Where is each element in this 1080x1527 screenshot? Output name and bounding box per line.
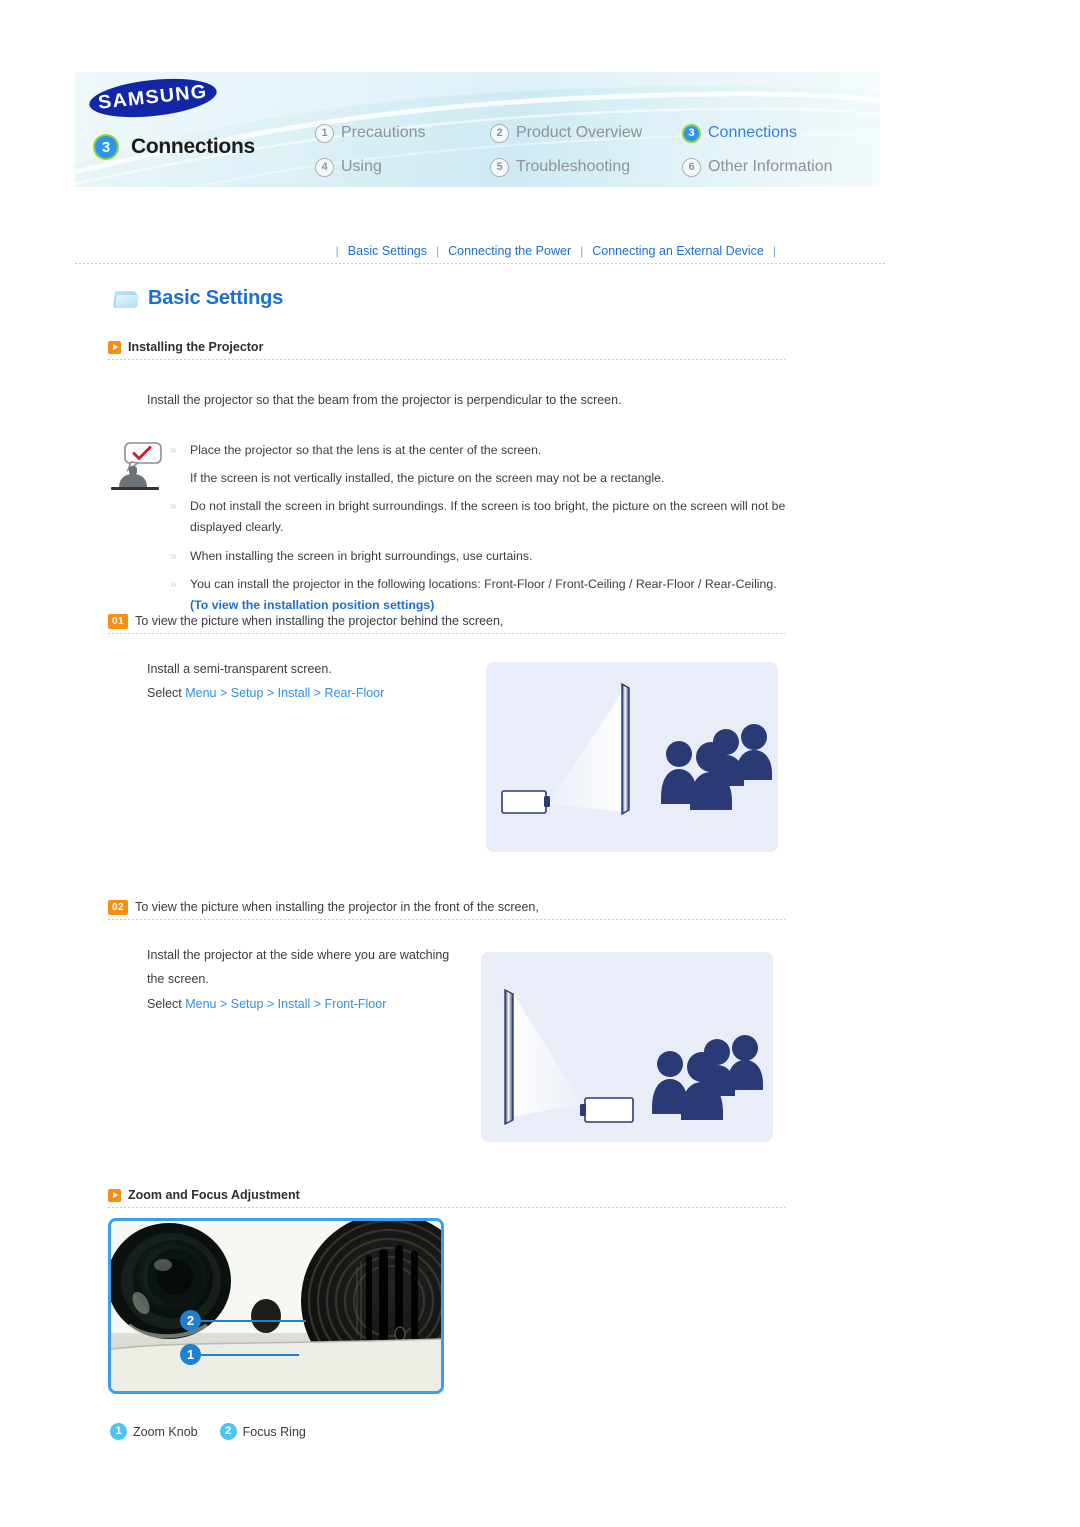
note-bullet-icon: » bbox=[170, 576, 177, 591]
nav-item-product-overview[interactable]: 2 Product Overview bbox=[490, 123, 682, 143]
note-bullet-spacer: » bbox=[170, 468, 183, 489]
chapter-label: Connections bbox=[131, 135, 255, 158]
folder-icon bbox=[113, 288, 139, 310]
section-divider-zoom-focus bbox=[108, 1207, 785, 1208]
nav-number-6: 6 bbox=[682, 157, 701, 177]
rear-projection-diagram bbox=[486, 662, 778, 852]
nav-label-6: Other Information bbox=[708, 158, 833, 175]
step-badge-01: 01 bbox=[108, 614, 129, 629]
nav-label-3: Connections bbox=[708, 124, 797, 141]
chevron-right-icon bbox=[108, 340, 121, 354]
note-item: » You can install the projector in the f… bbox=[170, 574, 817, 616]
step-01-menu-path[interactable]: Menu > Setup > Install > Rear-Floor bbox=[185, 686, 384, 700]
nav-label-1: Precautions bbox=[341, 124, 426, 141]
nav-label-5: Troubleshooting bbox=[516, 158, 631, 175]
note-text: Place the projector so that the lens is … bbox=[190, 443, 542, 457]
subnav-separator-3: | bbox=[772, 244, 776, 258]
nav-item-precautions[interactable]: 1 Precautions bbox=[315, 123, 490, 143]
note-item: » Do not install the screen in bright su… bbox=[170, 496, 817, 538]
nav-item-using[interactable]: 4 Using bbox=[315, 157, 490, 177]
note-block: » Place the projector so that the lens i… bbox=[107, 440, 817, 623]
front-projection-svg bbox=[504, 988, 763, 1126]
nav-number-3: 3 bbox=[682, 123, 701, 143]
nav-item-other-information[interactable]: 6 Other Information bbox=[682, 157, 872, 177]
step-heading-02: 02 To view the picture when installing t… bbox=[108, 900, 539, 915]
note-bullet-icon: » bbox=[170, 443, 177, 457]
callout-leader-line-2 bbox=[201, 1320, 306, 1322]
step-02-line2: the screen. bbox=[147, 972, 209, 987]
legend-dot-2: 2 bbox=[219, 1423, 237, 1440]
note-item: » Place the projector so that the lens i… bbox=[170, 440, 817, 461]
nav-number-1: 1 bbox=[315, 123, 334, 143]
note-item: » If the screen is not vertically instal… bbox=[170, 468, 817, 489]
front-projection-diagram bbox=[481, 952, 773, 1142]
photo-legend: 1 Zoom Knob 2 Focus Ring bbox=[110, 1423, 328, 1440]
step-heading-text-02: To view the picture when installing the … bbox=[135, 900, 539, 915]
note-items: » Place the projector so that the lens i… bbox=[170, 440, 817, 616]
note-text: Do not install the screen in bright surr… bbox=[190, 499, 786, 535]
note-bullet-icon: » bbox=[170, 499, 177, 514]
projector-photo: 2 1 bbox=[108, 1218, 444, 1394]
subnav-link-connecting-external-device[interactable]: Connecting an External Device bbox=[592, 244, 764, 258]
step-02-menu-path[interactable]: Menu > Setup > Install > Front-Floor bbox=[185, 997, 386, 1011]
section-divider-step-01 bbox=[108, 633, 785, 634]
section-heading-text: Installing the Projector bbox=[128, 340, 264, 354]
subnav-separator-2: | bbox=[580, 244, 584, 258]
section-heading-zoom-and-focus: Zoom and Focus Adjustment bbox=[108, 1188, 300, 1202]
legend-dot-1: 1 bbox=[110, 1423, 127, 1440]
step-02-line1: Install the projector at the side where … bbox=[147, 948, 450, 962]
legend-label-focus-ring: Focus Ring bbox=[242, 1424, 306, 1439]
callout-dot-2: 2 bbox=[180, 1310, 201, 1331]
nav-number-2: 2 bbox=[490, 123, 509, 143]
nav-label-4: Using bbox=[341, 158, 382, 175]
page-title-row: Basic Settings bbox=[113, 287, 283, 310]
page-title: Basic Settings bbox=[148, 287, 284, 309]
subnav-separator-0: | bbox=[335, 244, 339, 258]
nav-item-connections[interactable]: 3 Connections bbox=[682, 123, 872, 143]
step-01-line1: Install a semi-transparent screen. bbox=[147, 662, 332, 676]
callout-leader-line-1 bbox=[201, 1354, 299, 1356]
note-text: You can install the projector in the fol… bbox=[190, 576, 777, 591]
section-heading-installing-the-projector: Installing the Projector bbox=[108, 340, 263, 354]
nav-number-4: 4 bbox=[315, 157, 334, 177]
subnav-divider bbox=[75, 263, 885, 264]
step-body-01: Install a semi-transparent screen. Selec… bbox=[147, 657, 477, 706]
chapter-title: 3 Connections bbox=[93, 134, 255, 160]
legend-item-focus-ring: 2 Focus Ring bbox=[219, 1423, 306, 1440]
nav-label-2: Product Overview bbox=[516, 124, 643, 141]
section-divider-installing bbox=[108, 359, 785, 360]
note-text: If the screen is not vertically installe… bbox=[190, 471, 665, 486]
step-01-select-row: Select Menu > Setup > Install > Rear-Flo… bbox=[147, 681, 477, 705]
nav-number-5: 5 bbox=[490, 157, 509, 177]
callout-dot-1: 1 bbox=[180, 1344, 201, 1365]
note-text: When installing the screen in bright sur… bbox=[190, 548, 533, 563]
subnav: | Basic Settings | Connecting the Power … bbox=[108, 240, 785, 262]
chapter-number-badge: 3 bbox=[93, 134, 119, 160]
rear-projection-svg bbox=[501, 682, 772, 816]
step-heading-text-01: To view the picture when installing the … bbox=[135, 614, 504, 629]
subnav-separator-1: | bbox=[436, 244, 440, 258]
step-heading-01: 01 To view the picture when installing t… bbox=[108, 614, 503, 629]
note-person-icon bbox=[111, 442, 162, 490]
section-heading-text: Zoom and Focus Adjustment bbox=[128, 1188, 300, 1202]
legend-label-zoom-knob: Zoom Knob bbox=[133, 1424, 198, 1439]
chapter-nav: 1 Precautions 2 Product Overview 3 Conne… bbox=[315, 116, 875, 184]
projector-photo-image bbox=[111, 1221, 441, 1391]
legend-item-zoom-knob: 1 Zoom Knob bbox=[110, 1423, 198, 1440]
note-item: » When installing the screen in bright s… bbox=[170, 546, 817, 567]
nav-item-troubleshooting[interactable]: 5 Troubleshooting bbox=[490, 157, 682, 177]
note-bullet-icon: » bbox=[170, 548, 177, 563]
step-02-select-row: Select Menu > Setup > Install > Front-Fl… bbox=[147, 992, 477, 1016]
step-01-select-prefix: Select bbox=[147, 686, 182, 701]
step-badge-02: 02 bbox=[108, 900, 129, 915]
step-body-02: Install the projector at the side where … bbox=[147, 943, 477, 1016]
header-banner: SAMSUNG 3 Connections 1 Precautions 2 Pr… bbox=[75, 72, 880, 187]
installing-intro-text: Install the projector so that the beam f… bbox=[147, 393, 622, 407]
section-divider-step-02 bbox=[108, 919, 785, 920]
installation-position-settings-link[interactable]: (To view the installation position setti… bbox=[190, 598, 434, 612]
chevron-right-icon bbox=[108, 1188, 121, 1202]
step-02-select-prefix: Select bbox=[147, 996, 182, 1011]
subnav-link-basic-settings[interactable]: Basic Settings bbox=[348, 244, 427, 258]
subnav-link-connecting-the-power[interactable]: Connecting the Power bbox=[448, 244, 571, 258]
